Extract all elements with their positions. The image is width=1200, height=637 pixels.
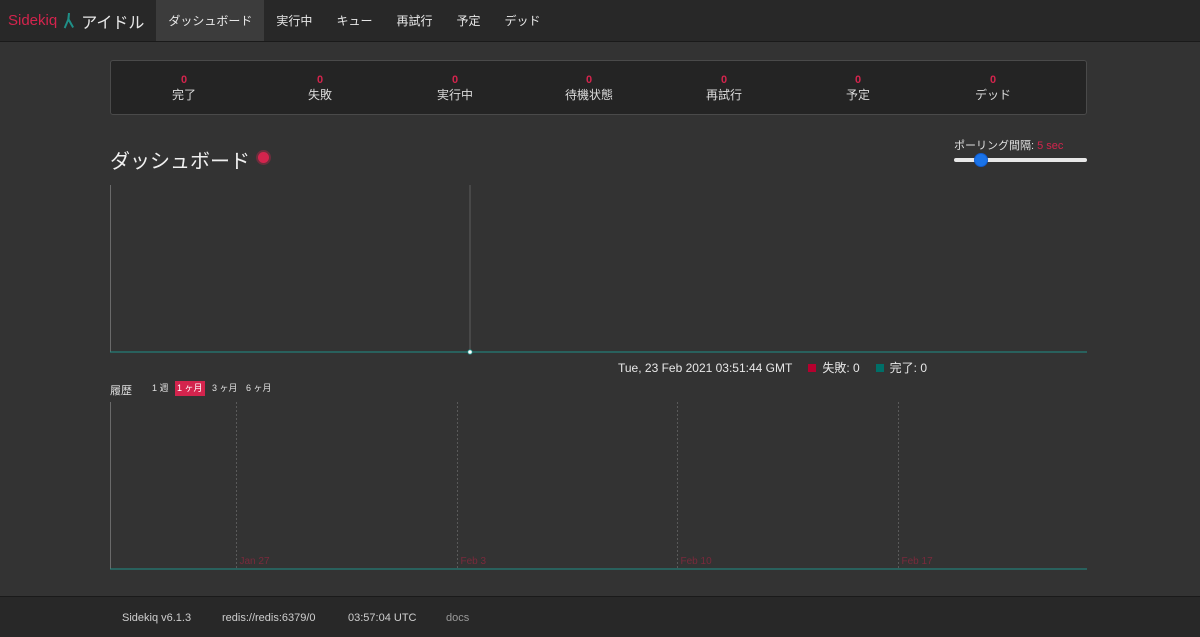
stat-label: 失敗 [307, 88, 332, 102]
nav-queues[interactable]: キュー [324, 0, 384, 41]
history-tick-label: Feb 10 [681, 556, 713, 567]
beacon-icon [258, 152, 269, 163]
nav-dashboard[interactable]: ダッシュボード [156, 0, 265, 41]
navbar: Sidekiq アイドル ダッシュボード 実行中 キュー 再試行 予定 デッド [0, 0, 1200, 42]
realtime-failed-label: 失敗: 0 [822, 361, 860, 375]
footer-version: Sidekiq v6.1.3 [122, 612, 192, 624]
stat-scheduled[interactable]: 0 予定 [798, 73, 918, 104]
realtime-timestamp: Tue, 23 Feb 2021 03:51:44 GMT [618, 360, 793, 375]
nav-scheduled[interactable]: 予定 [444, 0, 492, 41]
footer-server-time: 03:57:04 UTC [348, 612, 417, 624]
status-label: アイドル [81, 14, 145, 32]
range-1-month-button[interactable]: 1 ヶ月 [175, 381, 205, 396]
brand-name: Sidekiq [8, 12, 58, 29]
footer-docs-link[interactable]: docs [446, 612, 469, 624]
stat-count: 0 [316, 74, 324, 86]
stat-label: 実行中 [436, 88, 473, 102]
stat-count: 0 [989, 74, 997, 86]
poll-interval-label: ポーリング間隔: 5 sec [954, 137, 1063, 153]
page-title: ダッシュボード [110, 151, 250, 173]
summary-bar: 0 完了 0 失敗 0 実行中 0 待機状態 0 再試行 0 予定 0 デッド [110, 60, 1087, 115]
footer: Sidekiq v6.1.3 redis://redis:6379/0 03:5… [0, 596, 1200, 637]
stat-label: 待機状態 [564, 88, 613, 102]
range-6-months-button[interactable]: 6 ヶ月 [244, 381, 274, 396]
history-tick-label: Feb 3 [461, 556, 487, 567]
nav-label: キュー [336, 14, 373, 28]
range-3-months-button[interactable]: 3 ヶ月 [210, 381, 240, 396]
nav-label: 実行中 [276, 14, 313, 28]
realtime-processed-label: 完了: 0 [889, 361, 928, 375]
nav-label: デッド [504, 14, 541, 28]
history-chart: Jan 27 Feb 3 Feb 10 Feb 17 [110, 402, 1087, 570]
stat-dead[interactable]: 0 デッド [933, 73, 1053, 104]
stat-label: 完了 [171, 88, 196, 102]
stat-label: 予定 [845, 88, 870, 102]
processed-swatch [875, 363, 884, 372]
stat-label: 再試行 [705, 88, 742, 102]
stat-count: 0 [180, 74, 188, 86]
nav-dead[interactable]: デッド [492, 0, 552, 41]
stat-retries[interactable]: 0 再試行 [664, 73, 784, 104]
nav-label: 予定 [456, 14, 481, 28]
stat-enqueued[interactable]: 0 待機状態 [529, 73, 649, 104]
footer-redis-url: redis://redis:6379/0 [222, 612, 316, 624]
poll-interval-text: ポーリング間隔: [954, 140, 1035, 152]
stat-count: 0 [585, 74, 593, 86]
poll-interval-slider-thumb[interactable] [973, 153, 988, 167]
history-tick-label: Feb 17 [902, 556, 934, 567]
nav-label: 再試行 [396, 14, 433, 28]
brand[interactable]: Sidekiq アイドル [0, 0, 156, 41]
realtime-legend: Tue, 23 Feb 2021 03:51:44 GMT 失敗: 0 完了: … [618, 359, 927, 376]
stat-count: 0 [854, 74, 862, 86]
history-tick-label: Jan 27 [240, 556, 270, 567]
stat-busy[interactable]: 0 実行中 [395, 73, 515, 104]
nav-busy[interactable]: 実行中 [264, 0, 324, 41]
range-1-week-button[interactable]: 1 週 [150, 381, 171, 396]
nav-label: ダッシュボード [168, 14, 253, 28]
realtime-hover-dot [467, 349, 473, 355]
realtime-chart [110, 185, 1087, 355]
history-label: 履歴 [110, 385, 132, 397]
nav-retries[interactable]: 再試行 [384, 0, 444, 41]
poll-interval-value: 5 sec [1037, 140, 1064, 152]
stat-failed[interactable]: 0 失敗 [260, 73, 380, 104]
stat-processed[interactable]: 0 完了 [124, 73, 244, 104]
stat-count: 0 [451, 74, 459, 86]
sidekiq-logo-icon [62, 12, 76, 30]
stat-label: デッド [974, 88, 1011, 102]
failed-swatch [808, 363, 817, 372]
stat-count: 0 [720, 74, 728, 86]
